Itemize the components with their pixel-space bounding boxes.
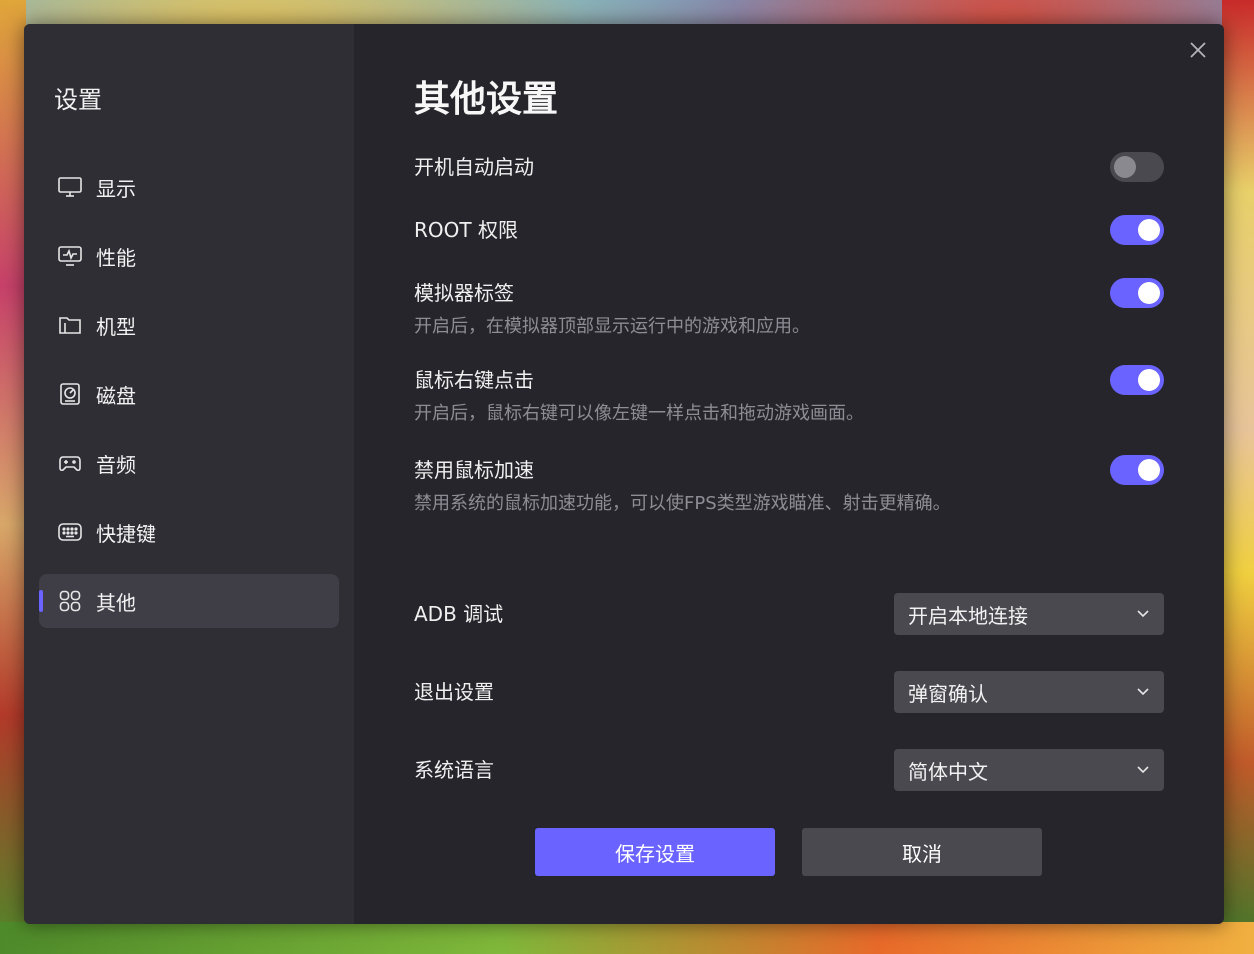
sidebar-item-display[interactable]: 显示 (39, 160, 339, 214)
select-value: 开启本地连接 (908, 603, 1028, 628)
save-settings-button[interactable]: 保存设置 (535, 828, 775, 876)
sidebar-title: 设置 (54, 86, 102, 114)
folder-icon (57, 312, 83, 338)
sidebar-item-label: 其他 (96, 590, 136, 615)
settings-sidebar: 设置 显示 性能 机型 磁盘 音频 快捷键 其他 (24, 24, 354, 924)
keyboard-icon (57, 519, 83, 545)
settings-dialog: 设置 显示 性能 机型 磁盘 音频 快捷键 其他 其他设置 开机自动启动 ROO… (24, 24, 1224, 924)
chevron-down-icon (1137, 610, 1149, 618)
sidebar-item-label: 机型 (96, 314, 136, 339)
emulator-tabs-toggle[interactable] (1110, 278, 1164, 308)
setting-label: ROOT 权限 (414, 218, 518, 242)
sidebar-item-shortcuts[interactable]: 快捷键 (39, 505, 339, 559)
setting-emulator-tabs: 模拟器标签 开启后，在模拟器顶部显示运行中的游戏和应用。 (414, 278, 1164, 365)
setting-system-language: 系统语言 简体中文 (414, 731, 1164, 809)
sidebar-item-label: 磁盘 (96, 383, 136, 408)
sidebar-item-disk[interactable]: 磁盘 (39, 367, 339, 421)
setting-label: ADB 调试 (414, 602, 504, 626)
setting-disable-mouse-accel: 禁用鼠标加速 禁用系统的鼠标加速功能，可以使FPS类型游戏瞄准、射击更精确。 (414, 455, 1164, 575)
chevron-down-icon (1137, 688, 1149, 696)
background-game-art-bottom (0, 922, 1254, 954)
monitor-icon (57, 174, 83, 200)
setting-label: 禁用鼠标加速 (414, 458, 534, 482)
toggle-knob (1138, 282, 1160, 304)
disk-icon (57, 381, 83, 407)
setting-description: 开启后，在模拟器顶部显示运行中的游戏和应用。 (414, 316, 810, 337)
setting-exit: 退出设置 弹窗确认 (414, 653, 1164, 731)
setting-label: 退出设置 (414, 680, 494, 704)
sidebar-item-label: 音频 (96, 452, 136, 477)
adb-debug-select[interactable]: 开启本地连接 (894, 593, 1164, 635)
setting-description: 开启后，鼠标右键可以像左键一样点击和拖动游戏画面。 (414, 403, 864, 424)
setting-auto-start: 开机自动启动 (414, 152, 1164, 215)
cancel-button[interactable]: 取消 (802, 828, 1042, 876)
sidebar-nav: 显示 性能 机型 磁盘 音频 快捷键 其他 (24, 160, 354, 628)
chevron-down-icon (1137, 766, 1149, 774)
background-game-art-right (1222, 0, 1254, 954)
gamepad-icon (57, 450, 83, 476)
close-icon (1190, 42, 1206, 58)
dialog-actions: 保存设置 取消 (535, 828, 1042, 876)
toggle-knob (1138, 459, 1160, 481)
sidebar-item-label: 显示 (96, 176, 136, 201)
right-click-toggle[interactable] (1110, 365, 1164, 395)
sidebar-item-label: 性能 (96, 245, 136, 270)
grid-icon (57, 588, 83, 614)
setting-adb-debug: ADB 调试 开启本地连接 (414, 575, 1164, 653)
sidebar-item-device-model[interactable]: 机型 (39, 298, 339, 352)
disable-mouse-accel-toggle[interactable] (1110, 455, 1164, 485)
setting-label: 开机自动启动 (414, 155, 534, 179)
auto-start-toggle[interactable] (1110, 152, 1164, 182)
sidebar-item-other[interactable]: 其他 (39, 574, 339, 628)
toggle-knob (1138, 369, 1160, 391)
toggle-knob (1138, 219, 1160, 241)
setting-right-click: 鼠标右键点击 开启后，鼠标右键可以像左键一样点击和拖动游戏画面。 (414, 365, 1164, 455)
setting-description: 禁用系统的鼠标加速功能，可以使FPS类型游戏瞄准、射击更精确。 (414, 493, 951, 514)
exit-setting-select[interactable]: 弹窗确认 (894, 671, 1164, 713)
root-permission-toggle[interactable] (1110, 215, 1164, 245)
settings-content: 其他设置 开机自动启动 ROOT 权限 模拟器标签 开启后，在模拟器顶部显示运行… (354, 24, 1224, 924)
sidebar-item-audio[interactable]: 音频 (39, 436, 339, 490)
close-button[interactable] (1186, 38, 1210, 62)
setting-label: 鼠标右键点击 (414, 368, 534, 392)
select-value: 简体中文 (908, 759, 988, 784)
sidebar-item-label: 快捷键 (96, 521, 156, 546)
select-value: 弹窗确认 (908, 681, 988, 706)
toggle-knob (1114, 156, 1136, 178)
setting-root-permission: ROOT 权限 (414, 215, 1164, 278)
setting-label: 系统语言 (414, 758, 494, 782)
page-title: 其他设置 (414, 79, 559, 120)
system-language-select[interactable]: 简体中文 (894, 749, 1164, 791)
performance-icon (57, 243, 83, 269)
setting-label: 模拟器标签 (414, 281, 514, 305)
background-game-art-left (0, 0, 26, 954)
sidebar-item-performance[interactable]: 性能 (39, 229, 339, 283)
